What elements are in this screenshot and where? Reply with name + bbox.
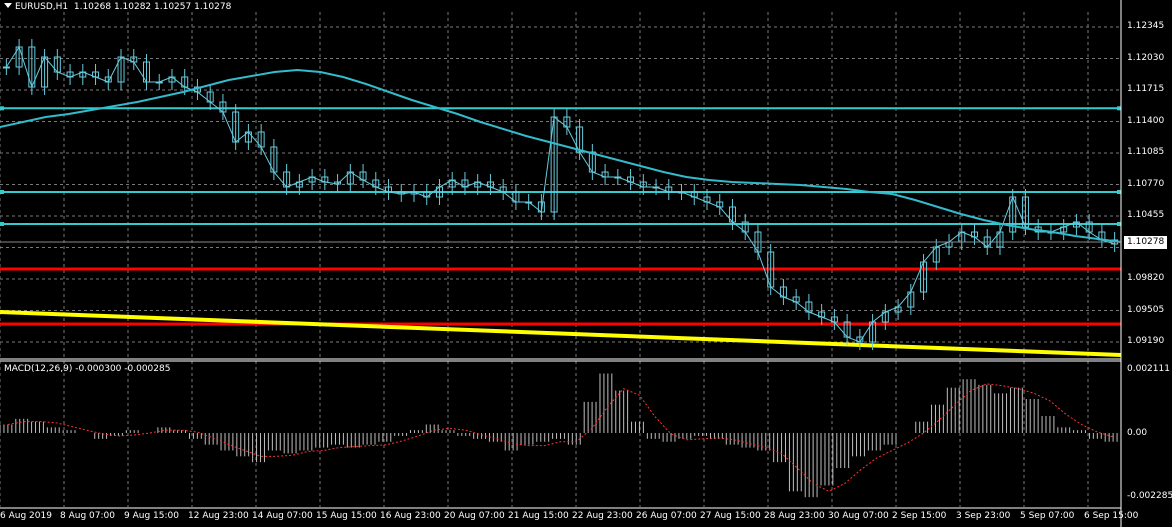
level-anchor <box>1117 222 1121 226</box>
level-anchor <box>0 190 4 194</box>
time-axis-label: 5 Sep 07:00 <box>1020 511 1075 521</box>
yellow-trendline <box>0 310 1122 357</box>
horizontal-levels <box>0 106 1121 326</box>
time-axis-label: 20 Aug 07:00 <box>444 511 505 521</box>
price-axis-label: 1.11085 <box>1127 147 1165 157</box>
time-axis-label: 30 Aug 07:00 <box>828 511 889 521</box>
price-axis-label: 1.10770 <box>1127 178 1165 189</box>
dropdown-triangle-icon[interactable] <box>4 3 12 8</box>
level-anchor <box>1117 190 1121 194</box>
close-line <box>5 45 1115 343</box>
time-axis-label: 2 Sep 15:00 <box>892 511 947 521</box>
macd-axis-label: 0.00 <box>1127 428 1148 438</box>
macd-axis-label: 0.002111 <box>1127 364 1170 374</box>
level-anchor <box>0 222 4 226</box>
time-axis-label: 14 Aug 07:00 <box>252 511 313 521</box>
price-series <box>2 39 1119 350</box>
time-axis-label: 26 Aug 07:00 <box>636 511 697 521</box>
time-axis-label: 12 Aug 23:00 <box>188 511 249 521</box>
symbol-label: EURUSD,H1 <box>15 2 69 12</box>
price-axis-label: 1.10455 <box>1127 210 1165 220</box>
price-axis-label: 1.12345 <box>1127 21 1165 31</box>
time-axis-label: 15 Aug 15:00 <box>316 511 377 521</box>
time-axis-label: 3 Sep 23:00 <box>956 511 1011 521</box>
level-anchor <box>0 106 4 111</box>
price-axis-label: 1.11400 <box>1127 115 1165 126</box>
level-anchor <box>1117 106 1121 111</box>
time-axis-label: 21 Aug 15:00 <box>508 511 569 521</box>
price-axis-label: 1.09505 <box>1127 304 1165 315</box>
price-axis-label: 1.11715 <box>1127 84 1165 94</box>
macd-histogram <box>0 373 1118 498</box>
chart-title: EURUSD,H1 1.10268 1.10282 1.10257 1.1027… <box>4 2 231 12</box>
time-axis-label: 22 Aug 23:00 <box>572 511 633 521</box>
ohlc-values: 1.10268 1.10282 1.10257 1.10278 <box>73 2 232 12</box>
macd-axis-label: -0.002285 <box>1127 491 1172 501</box>
time-axis-label: 27 Aug 15:00 <box>700 511 761 521</box>
time-axis-label: 8 Aug 07:00 <box>60 511 115 521</box>
price-chart[interactable] <box>0 0 1172 527</box>
time-axis-label: 9 Aug 15:00 <box>124 511 179 521</box>
price-axis-label: 1.12030 <box>1127 52 1165 63</box>
chart-frame <box>0 0 1122 527</box>
price-axis-label: 1.09820 <box>1127 273 1165 283</box>
candle-body <box>2 66 10 69</box>
current-price-tag: 1.10278 <box>1124 236 1168 249</box>
time-axis-label: 6 Aug 2019 <box>0 511 52 521</box>
time-axis-label: 28 Aug 23:00 <box>764 511 825 521</box>
macd-label: MACD(12,26,9) -0.000300 -0.000285 <box>4 364 171 374</box>
chart-grid <box>0 12 1121 507</box>
time-axis-label: 16 Aug 23:00 <box>380 511 441 521</box>
price-axis-label: 1.09190 <box>1127 336 1165 346</box>
trendline <box>0 310 1122 357</box>
time-axis-label: 6 Sep 15:00 <box>1084 511 1139 521</box>
